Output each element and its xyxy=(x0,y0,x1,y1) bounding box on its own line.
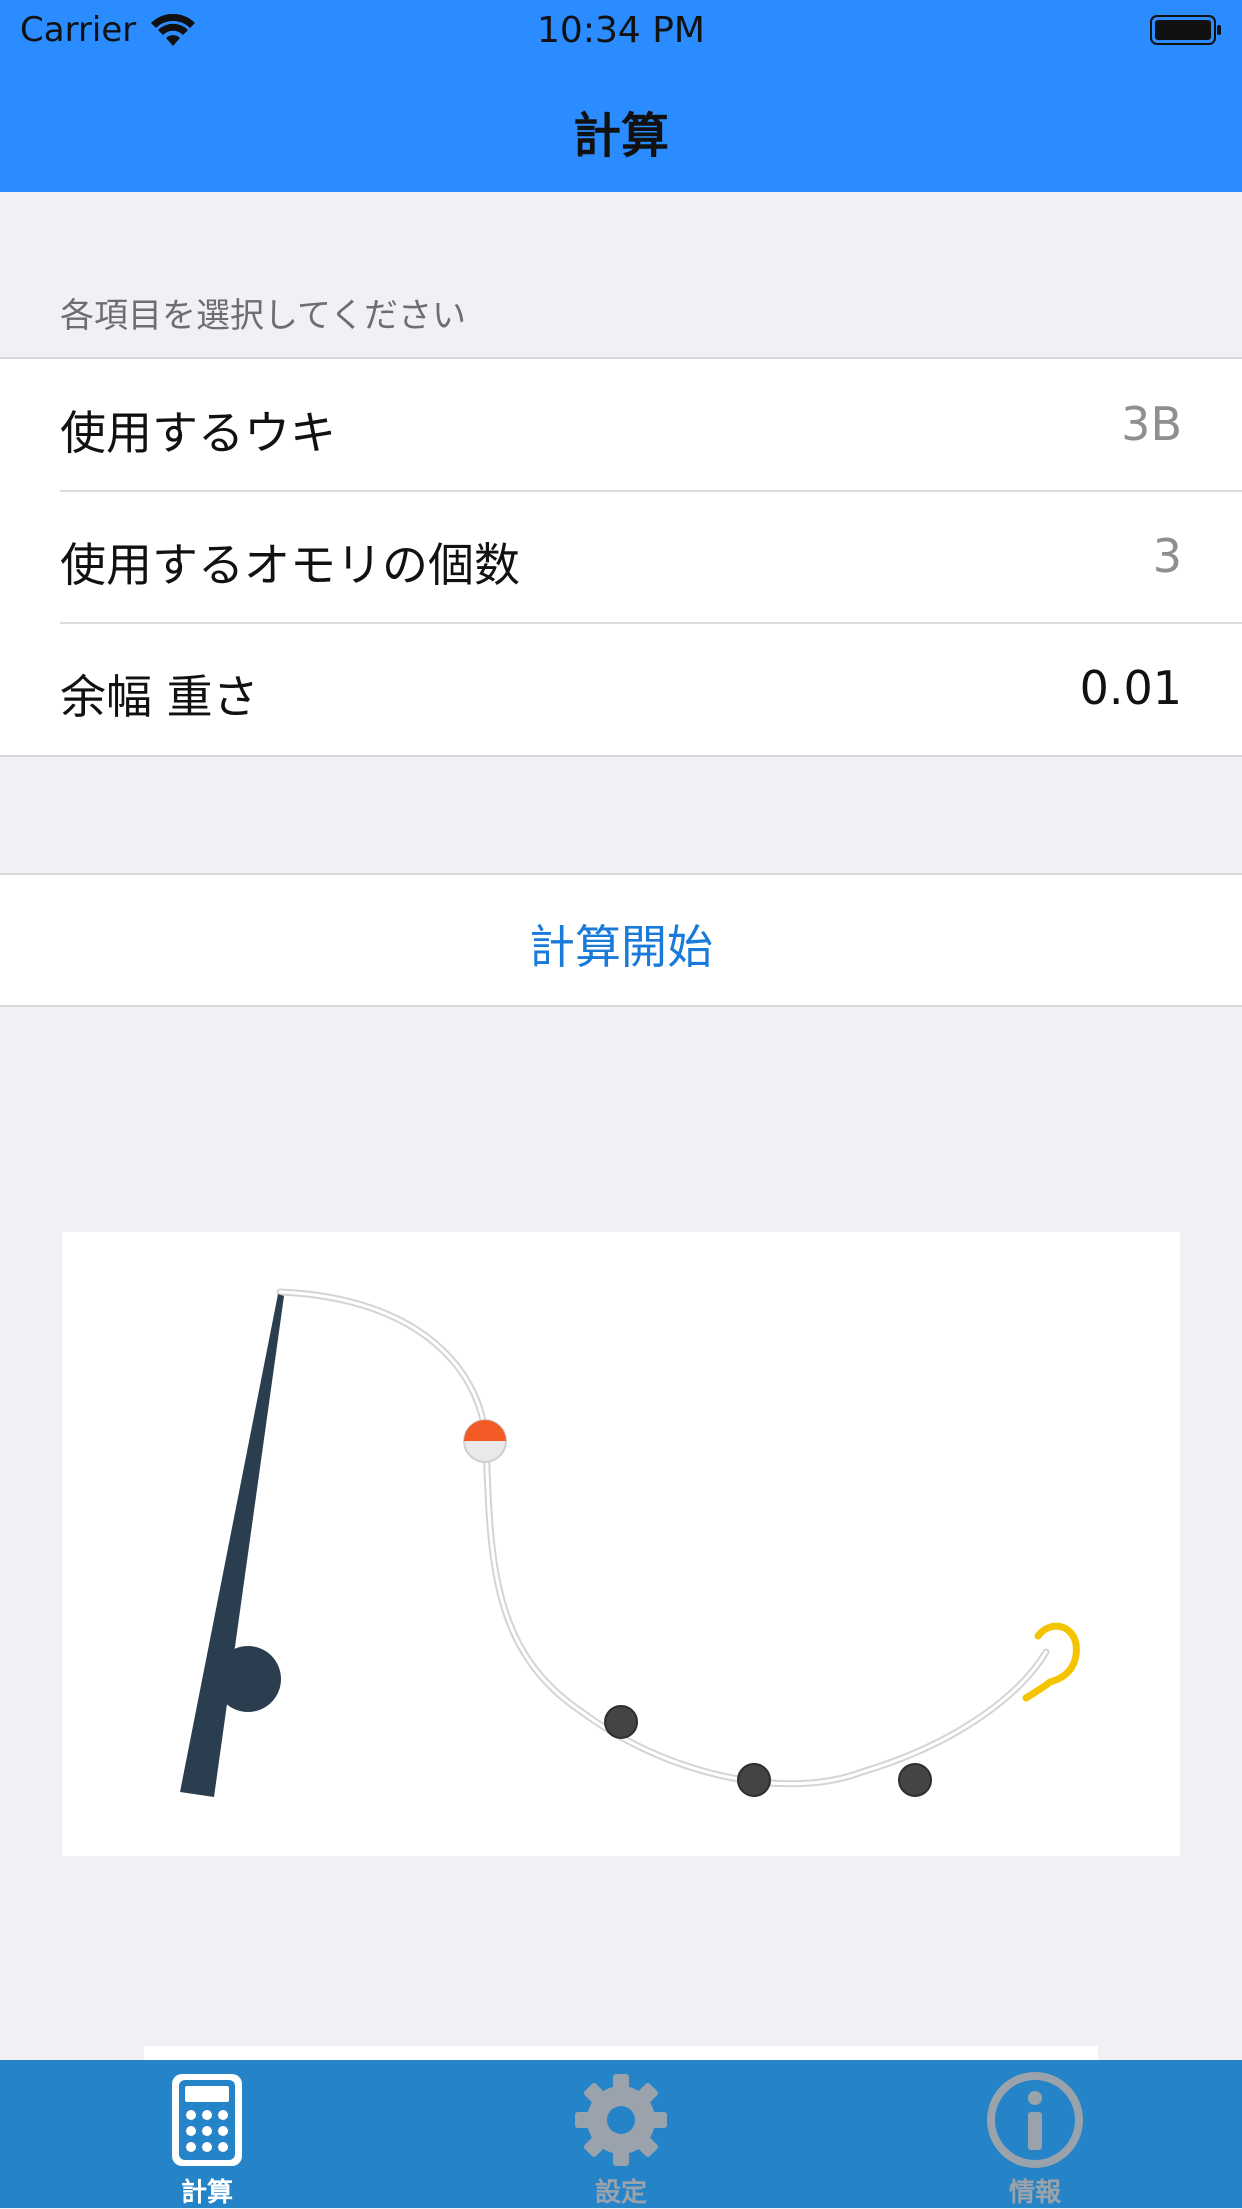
float-label: 使用するウキ xyxy=(60,406,336,460)
margin-weight-value: 0.01 xyxy=(1079,661,1182,715)
start-calculation-button[interactable]: 計算開始 xyxy=(0,873,1242,1007)
float-value: 3B xyxy=(1121,397,1182,451)
tab-settings[interactable]: 設定 xyxy=(414,2060,828,2208)
tab-calculate[interactable]: 計算 xyxy=(0,2060,414,2208)
fishing-illustration xyxy=(62,1232,1180,1856)
section-header: 各項目を選択してください xyxy=(60,296,466,336)
gear-icon xyxy=(575,2074,667,2166)
weight-count-value: 3 xyxy=(1152,529,1182,583)
fishing-rod xyxy=(180,1294,284,1797)
info-icon xyxy=(987,2072,1083,2168)
hook-icon xyxy=(1022,1622,1080,1702)
weight-count-label: 使用するオモリの個数 xyxy=(60,538,520,592)
sinker-weight xyxy=(737,1763,771,1797)
float-row[interactable]: 使用するウキ 3B xyxy=(0,359,1242,491)
tab-info-label: 情報 xyxy=(1008,2178,1061,2208)
settings-group: 使用するウキ 3B 使用するオモリの個数 3 余幅 重さ 0.01 xyxy=(0,357,1242,757)
battery-icon xyxy=(1150,15,1221,45)
fishing-line xyxy=(276,1288,1050,1788)
sinker-weight xyxy=(898,1763,932,1797)
sinker-weight xyxy=(604,1705,638,1739)
tab-settings-label: 設定 xyxy=(594,2178,647,2208)
content-edge xyxy=(144,2046,1098,2060)
fishing-rig-drawing xyxy=(180,1288,1080,1797)
clock: 10:34 PM xyxy=(537,10,705,51)
page-title: 計算 xyxy=(572,108,669,164)
margin-weight-label: 余幅 重さ xyxy=(60,670,259,724)
start-calculation-label: 計算開始 xyxy=(529,920,713,974)
weight-count-row[interactable]: 使用するオモリの個数 3 xyxy=(0,491,1242,623)
status-bar: Carrier 10:34 PM 計算 xyxy=(0,0,1242,192)
tab-calculate-label: 計算 xyxy=(180,2178,233,2208)
calculator-icon xyxy=(172,2074,242,2166)
reel xyxy=(215,1646,281,1712)
margin-weight-row[interactable]: 余幅 重さ 0.01 xyxy=(0,623,1242,755)
tab-info[interactable]: 情報 xyxy=(828,2060,1242,2208)
float-icon xyxy=(463,1419,507,1463)
tab-bar: 計算 設定 情報 xyxy=(0,2060,1242,2208)
